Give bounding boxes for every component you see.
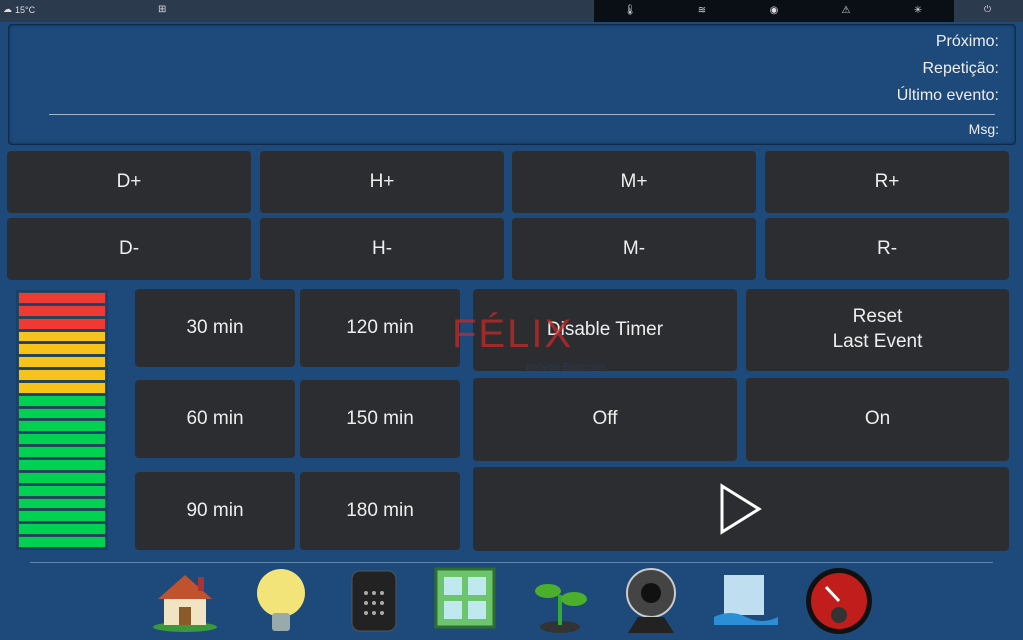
meter-segment-green <box>18 420 106 433</box>
weather-widget[interactable]: ☁ 15°C <box>3 4 35 15</box>
repeat-label: Repetição: <box>922 60 1000 77</box>
minute-minus-button[interactable]: M- <box>512 218 756 280</box>
meter-segment-green <box>18 484 106 497</box>
meter-segment-red <box>18 304 106 317</box>
timer-30-button[interactable]: 30 min <box>135 289 295 367</box>
meter-segment-green <box>18 394 106 407</box>
meter-segment-yellow <box>18 330 106 343</box>
gauge-icon[interactable] <box>804 565 874 635</box>
cloud-icon: ☁ <box>3 4 12 14</box>
meter-segment-yellow <box>18 369 106 381</box>
reset-last-event-button[interactable]: Reset Last Event <box>746 289 1009 371</box>
meter-segment-red <box>18 317 106 330</box>
off-button[interactable]: Off <box>473 378 737 461</box>
hour-minus-button[interactable]: H- <box>260 218 504 280</box>
temperature: 15°C <box>15 4 36 15</box>
thermometer-icon[interactable]: 🌡 <box>594 0 666 22</box>
day-plus-button[interactable]: D+ <box>7 151 251 213</box>
on-button[interactable]: On <box>746 378 1009 461</box>
reset-label: Reset <box>852 306 903 328</box>
windows-start-icon[interactable]: ⊞ <box>158 4 166 15</box>
meter-segment-green <box>18 458 106 471</box>
divider <box>49 114 995 115</box>
meter-segment-yellow <box>18 343 106 356</box>
timer-150-button[interactable]: 150 min <box>300 380 460 458</box>
record-icon[interactable]: ◉ <box>738 0 810 22</box>
meter-segment-green <box>18 536 106 548</box>
meter-segment-yellow <box>18 356 106 369</box>
next-label: Próximo: <box>935 33 999 50</box>
webcam-icon[interactable] <box>616 565 686 635</box>
play-icon <box>720 483 762 535</box>
plant-icon[interactable] <box>528 565 598 635</box>
taskbar: ☁ 15°C ⊞ 🌡 ≋ ◉ ⚠ ✳ ⏻ <box>0 0 1023 22</box>
meter-segment-green <box>18 407 106 420</box>
meter-segment-green <box>18 510 106 523</box>
meter-segment-green <box>18 523 106 536</box>
home-icon[interactable] <box>150 565 220 635</box>
meter-segment-green <box>18 471 106 484</box>
snowflake-icon[interactable]: ✳ <box>882 0 954 22</box>
msg-label: Msg: <box>968 121 999 137</box>
timer-60-button[interactable]: 60 min <box>135 380 295 458</box>
warning-icon[interactable]: ⚠ <box>810 0 882 22</box>
day-minus-button[interactable]: D- <box>7 218 251 280</box>
play-button[interactable] <box>473 467 1009 551</box>
meter-segment-yellow <box>18 381 106 394</box>
last-event-label: Último evento: <box>896 87 999 104</box>
light-bulb-icon[interactable] <box>246 565 316 635</box>
keypad-lock-icon[interactable] <box>340 565 410 635</box>
meter-segment-red <box>18 292 106 304</box>
minute-plus-button[interactable]: M+ <box>512 151 756 213</box>
last-event-label: Last Event <box>832 331 923 352</box>
meter-segment-green <box>18 497 106 510</box>
repeat-minus-button[interactable]: R- <box>765 218 1009 280</box>
timer-90-button[interactable]: 90 min <box>135 472 295 550</box>
hour-plus-button[interactable]: H+ <box>260 151 504 213</box>
level-meter <box>16 290 108 550</box>
timer-180-button[interactable]: 180 min <box>300 472 460 550</box>
timer-120-button[interactable]: 120 min <box>300 289 460 367</box>
status-panel: Próximo: Repetição: Último evento: Msg: <box>8 24 1016 145</box>
power-icon[interactable]: ⏻ <box>984 4 991 15</box>
repeat-plus-button[interactable]: R+ <box>765 151 1009 213</box>
dock-divider <box>30 562 993 563</box>
window-icon[interactable] <box>432 565 502 635</box>
meter-segment-green <box>18 446 106 458</box>
pool-icon[interactable] <box>710 565 780 635</box>
disable-timer-button[interactable]: Disable Timer <box>473 289 737 371</box>
sliders-icon[interactable]: ≋ <box>666 0 738 22</box>
system-tray: 🌡 ≋ ◉ ⚠ ✳ <box>594 0 954 22</box>
meter-segment-green <box>18 433 106 446</box>
